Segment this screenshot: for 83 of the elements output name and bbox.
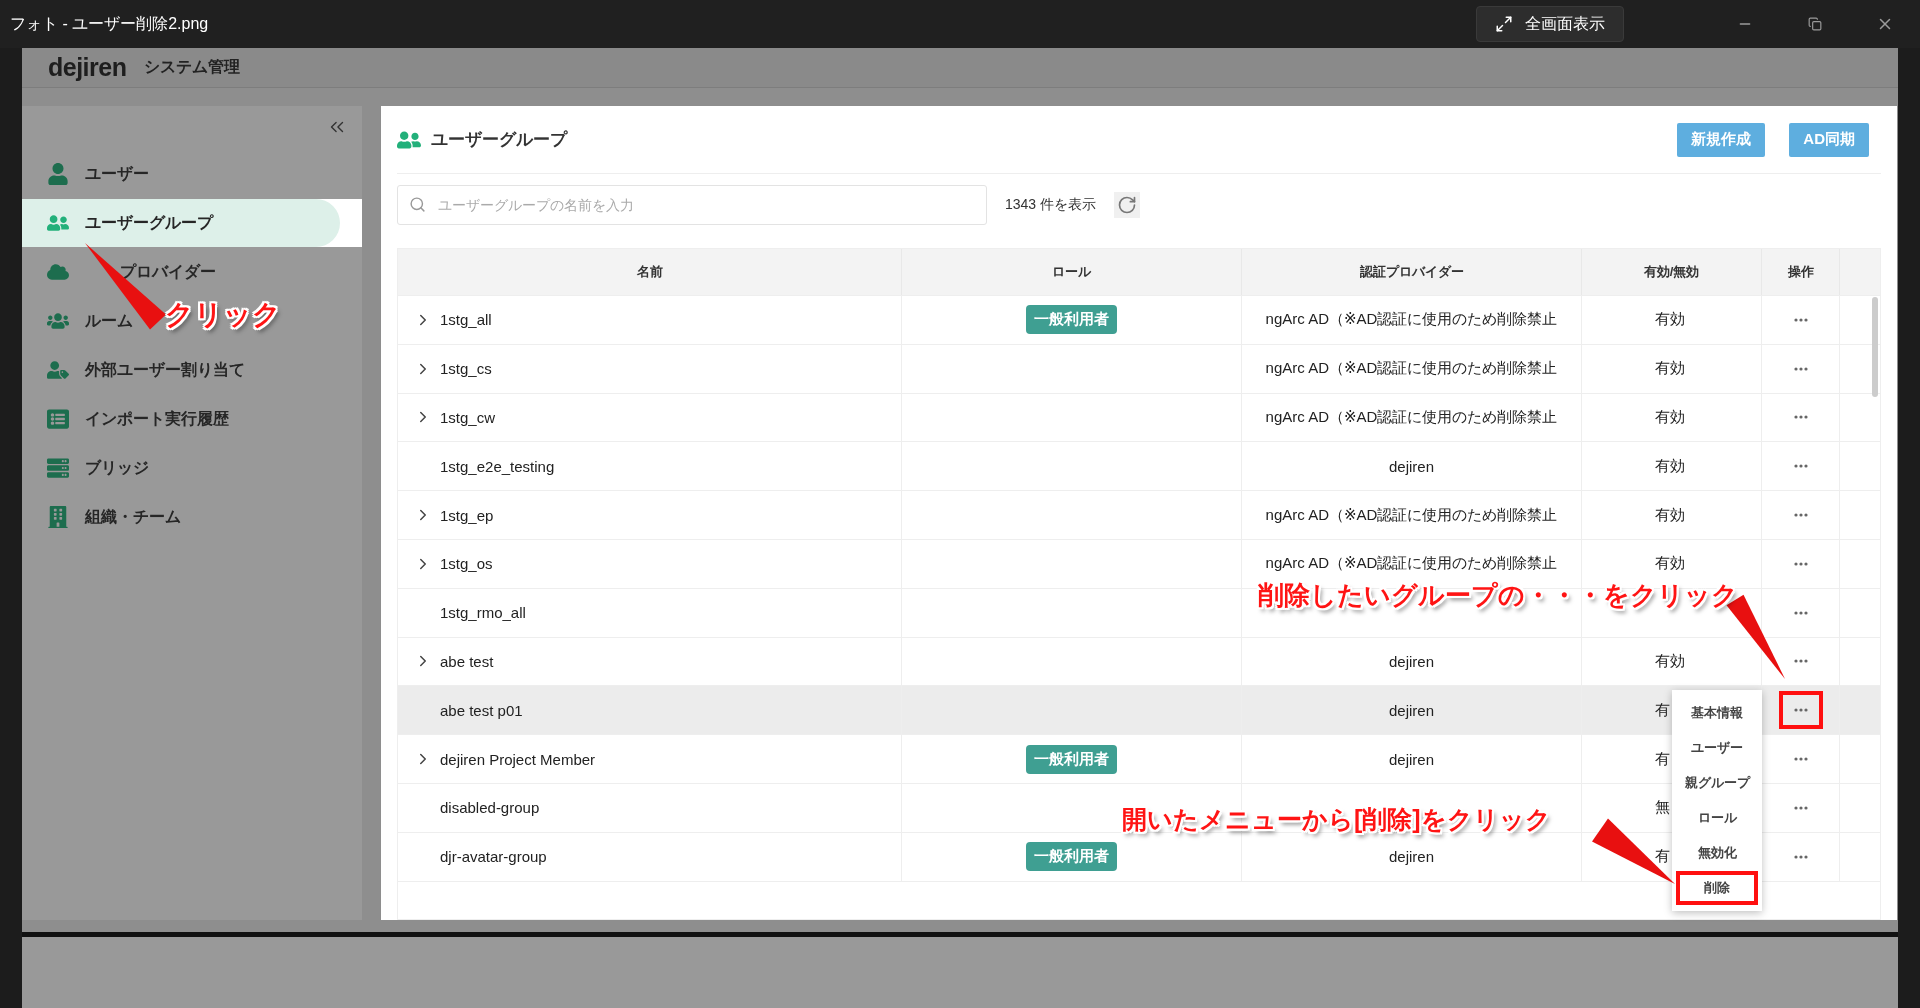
table-cell: dejiren: [1389, 457, 1434, 475]
table-cell: 有効: [1655, 359, 1685, 379]
more-button[interactable]: [1778, 691, 1823, 730]
refresh-icon[interactable]: [1114, 192, 1141, 218]
table-cell: 1stg_all: [440, 311, 492, 329]
expand-icon: [1495, 15, 1513, 33]
column-header: 名前: [398, 249, 902, 295]
table-cell: dejiren: [1389, 750, 1434, 768]
table-cell: 無: [1655, 798, 1670, 818]
sidebar-label: ユーザーグループ: [85, 212, 213, 233]
ellipsis-icon: [1793, 415, 1808, 420]
ellipsis-icon: [1793, 366, 1808, 371]
ellipsis-icon: [1793, 659, 1808, 664]
ellipsis-icon: [1793, 708, 1808, 713]
table-cell: dejiren Project Member: [440, 750, 596, 768]
role-badge: 一般利用者: [1026, 305, 1117, 335]
table-cell: ngArc AD（※AD認証に使用のため削除禁止: [1265, 408, 1558, 427]
table-cell: ngArc AD（※AD認証に使用のため削除禁止: [1265, 554, 1558, 574]
menu-item[interactable]: ロール: [1676, 801, 1758, 835]
table-cell: 有効: [1655, 505, 1685, 525]
sidebar-item[interactable]: 外部ユーザー割り当て: [85, 359, 245, 381]
ellipsis-icon: [1793, 610, 1808, 615]
ellipsis-icon: [1793, 317, 1808, 322]
table-cell: 1stg_e2e_testing: [440, 457, 555, 475]
table-cell: 有: [1655, 847, 1670, 867]
sidebar-item[interactable]: プロバイダー: [120, 261, 216, 283]
table-cell: dejiren: [1389, 652, 1434, 670]
role-badge: 一般利用者: [1026, 842, 1117, 872]
sidebar-item[interactable]: ユーザー: [85, 163, 149, 185]
users-icon: [47, 212, 69, 234]
table-cell: 有: [1655, 749, 1670, 769]
table-cell: 有効: [1655, 310, 1685, 330]
table-cell: dejiren: [1389, 701, 1434, 719]
sidebar-item[interactable]: 組織・チーム: [85, 506, 181, 528]
ellipsis-icon: [1793, 854, 1808, 859]
sidebar-item[interactable]: ユーザーグループ: [22, 199, 340, 247]
menu-item[interactable]: 親グループ: [1676, 766, 1758, 800]
search-field[interactable]: ユーザーグループの名前を入力: [397, 185, 987, 225]
table-cell: 1stg_cs: [440, 360, 492, 378]
scrollbar[interactable]: [1872, 297, 1878, 397]
sidebar-item[interactable]: インポート実行履歴: [85, 408, 229, 430]
table-cell: disabled-group: [440, 799, 540, 817]
table-cell: ngArc AD（※AD認証に使用のため削除禁止: [1265, 310, 1558, 330]
menu-item[interactable]: 削除: [1676, 871, 1758, 905]
column-header: 操作: [1762, 249, 1840, 295]
table-cell: 有: [1655, 700, 1670, 720]
section-title: システム管理: [144, 57, 241, 77]
table-cell: abe test: [440, 652, 494, 670]
menu-item[interactable]: 無効化: [1676, 836, 1758, 870]
page-title: ユーザーグループ: [431, 129, 569, 151]
table-cell: 1stg_rmo_all: [440, 604, 526, 622]
annotation-text: 開いたメニューから[削除]をクリック: [1122, 804, 1551, 835]
table-cell: ngArc AD（※AD認証に使用のため削除禁止: [1265, 359, 1558, 379]
table-cell: 1stg_cw: [440, 409, 496, 426]
table-cell: 有効: [1655, 408, 1685, 427]
menu-item[interactable]: 基本情報: [1676, 696, 1758, 730]
table-cell: abe test p01: [440, 701, 523, 719]
ellipsis-icon: [1793, 513, 1808, 518]
role-badge: 一般利用者: [1026, 744, 1117, 774]
sidebar-item[interactable]: ルーム: [85, 310, 133, 332]
window-title: フォト - ユーザー削除2.png: [10, 13, 210, 34]
table-cell: dejiren: [1389, 848, 1434, 866]
fullscreen-button[interactable]: 全画面表示: [1476, 6, 1624, 42]
table-cell: 1stg_os: [440, 555, 493, 573]
sidebar-item[interactable]: ブリッジ: [85, 457, 149, 479]
ellipsis-icon: [1793, 757, 1808, 762]
logo: dejiren: [48, 53, 127, 82]
column-header: 有効/無効: [1582, 249, 1762, 295]
annotation-text: クリック: [165, 298, 281, 332]
ellipsis-icon: [1793, 561, 1808, 566]
ellipsis-icon: [1793, 805, 1808, 810]
table-cell: 有効: [1655, 456, 1685, 476]
result-count: 1343 件を表示: [1005, 196, 1097, 214]
table-cell: djr-avatar-group: [440, 848, 547, 866]
table-cell: 有効: [1655, 554, 1685, 574]
table-cell: ngArc AD（※AD認証に使用のため削除禁止: [1265, 505, 1558, 525]
search-icon: [409, 196, 426, 213]
column-header: 認証プロバイダー: [1242, 249, 1582, 295]
ellipsis-icon: [1793, 464, 1808, 469]
table-cell: 有効: [1655, 651, 1685, 671]
annotation-text: 削除したいグループの・・・をクリック: [1258, 579, 1738, 612]
table-cell: 1stg_ep: [440, 506, 494, 524]
column-header: ロール: [902, 249, 1242, 295]
